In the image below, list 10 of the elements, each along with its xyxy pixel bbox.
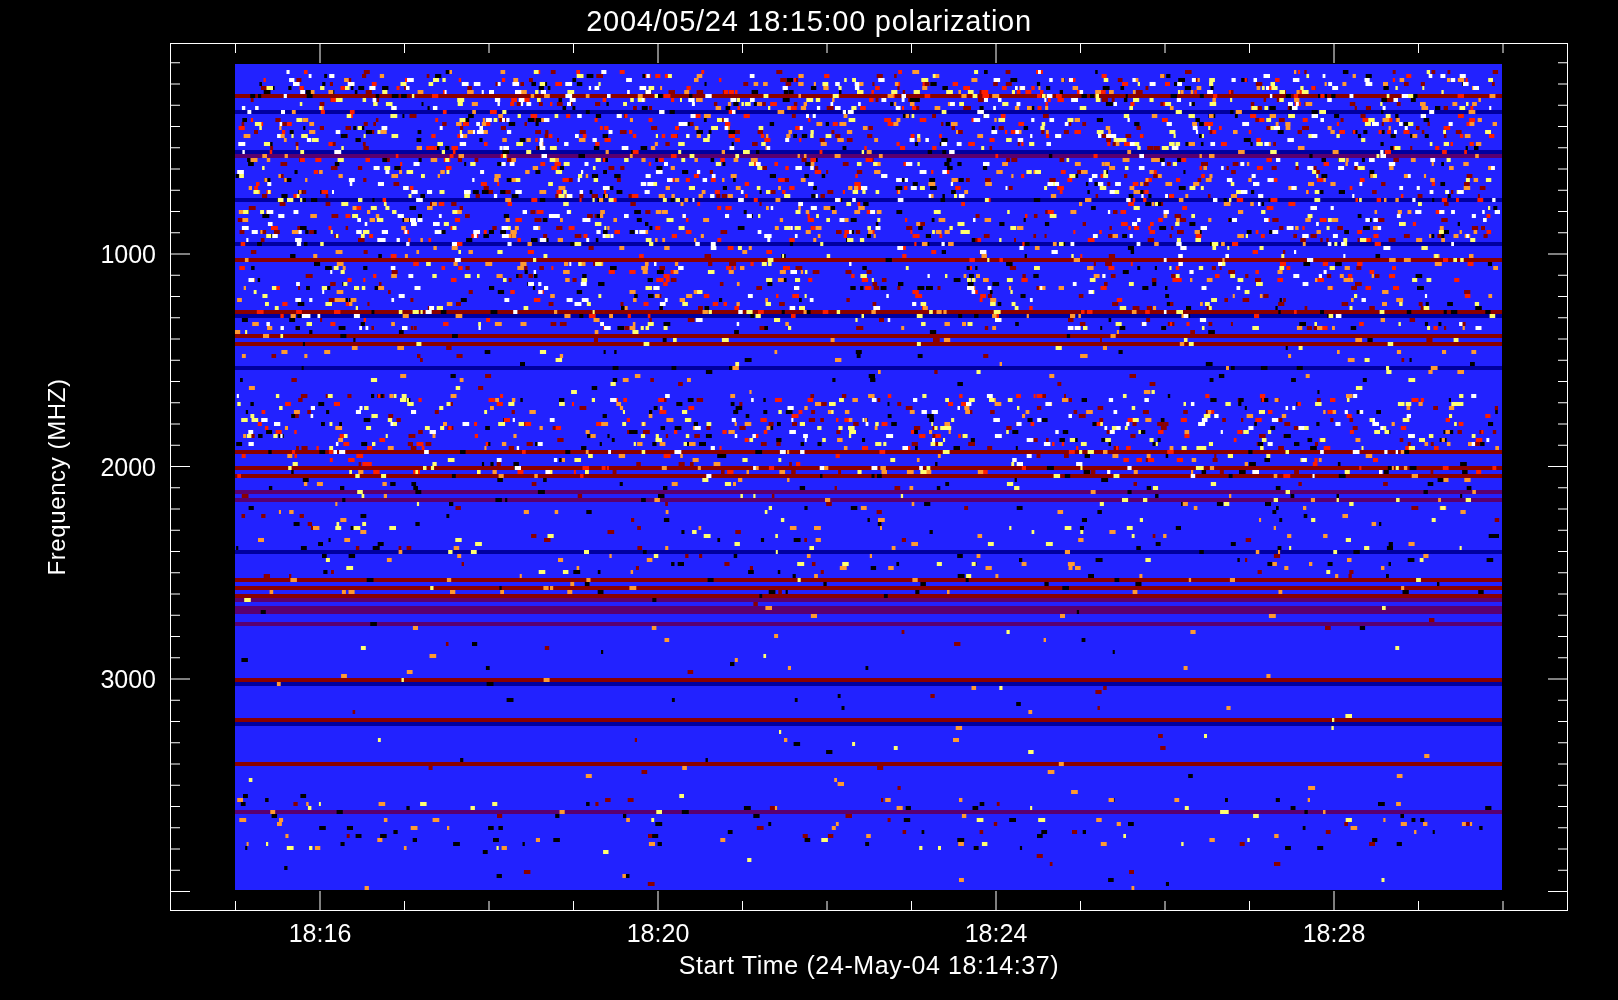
y-tick-label: 1000 (100, 241, 156, 267)
y-tick-label: 2000 (100, 454, 156, 479)
x-tick-label: 18:16 (288, 921, 352, 946)
y-tick-label: 3000 (100, 666, 156, 692)
x-axis-label: Start Time (24-May-04 18:14:37) (678, 953, 1060, 978)
y-axis-label: Frequency (MHZ) (42, 378, 71, 576)
x-tick-label: 18:20 (626, 921, 690, 946)
x-tick-label: 18:28 (1302, 921, 1366, 946)
x-tick-label: 18:24 (964, 921, 1028, 946)
chart-title: 2004/05/24 18:15:00 polarization (586, 7, 1032, 36)
